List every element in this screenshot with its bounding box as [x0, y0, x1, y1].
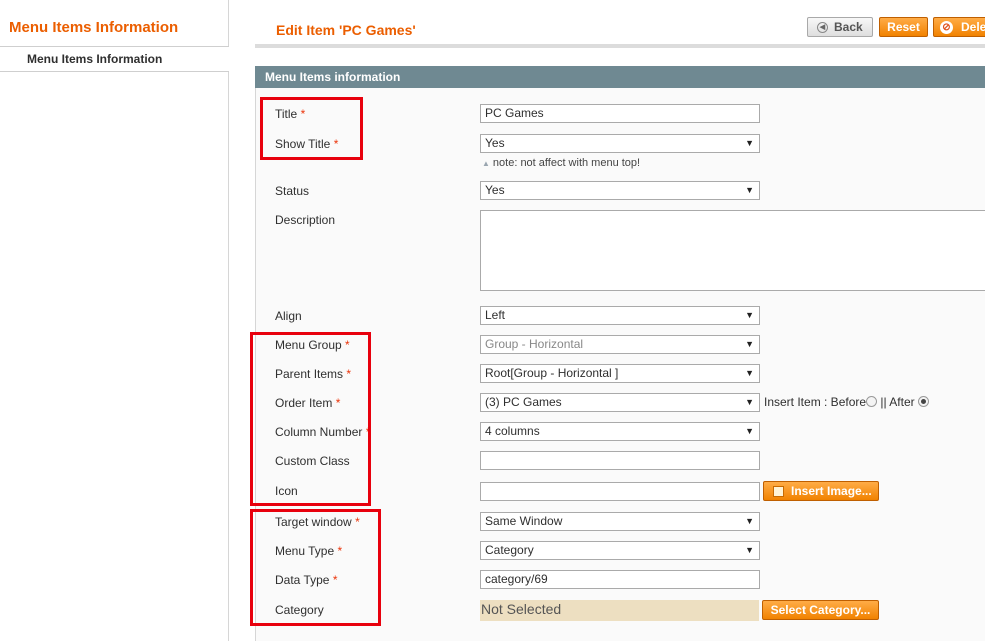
back-button-label: Back [834, 20, 863, 34]
custom-class-input[interactable] [480, 451, 760, 470]
description-textarea[interactable] [480, 210, 985, 291]
chevron-down-icon: ▼ [745, 545, 754, 555]
description-label: Description [275, 213, 336, 227]
insert-image-label: Insert Image... [791, 484, 872, 498]
category-value: Not Selected [480, 600, 759, 621]
delete-icon: ⊘ [940, 21, 953, 34]
sidebar-item-menu-items-information[interactable]: Menu Items Information [0, 47, 229, 72]
insert-item-label: Insert Item : Before [764, 395, 867, 409]
align-select[interactable]: Left ▼ [480, 306, 760, 325]
insert-after-label: || After [880, 395, 915, 409]
chevron-down-icon: ▼ [745, 138, 754, 148]
back-arrow-icon: ◀ [817, 22, 828, 33]
order-item-select[interactable]: (3) PC Games ▼ [480, 393, 760, 412]
align-label: Align [275, 309, 302, 323]
chevron-down-icon: ▼ [745, 339, 754, 349]
status-select[interactable]: Yes ▼ [480, 181, 760, 200]
chevron-down-icon: ▼ [745, 185, 754, 195]
sidebar: Menu Items Information Menu Items Inform… [0, 0, 229, 641]
insert-after-radio[interactable] [917, 396, 929, 407]
triangle-up-icon: ▲ [482, 159, 490, 168]
menu-group-select[interactable]: Group - Horizontal ▼ [480, 335, 760, 354]
sidebar-title: Menu Items Information [9, 19, 179, 36]
insert-item-options: Insert Item : Before || After [764, 395, 929, 409]
back-button[interactable]: ◀ Back [807, 17, 873, 37]
chevron-down-icon: ▼ [745, 368, 754, 378]
menu-type-select[interactable]: Category ▼ [480, 541, 760, 560]
chevron-down-icon: ▼ [745, 397, 754, 407]
delete-button-label: Dele [961, 20, 985, 34]
highlight-box-target-group [250, 509, 381, 626]
image-icon [773, 486, 784, 497]
insert-before-radio[interactable] [866, 396, 878, 407]
target-window-select[interactable]: Same Window ▼ [480, 512, 760, 531]
page-title: Edit Item 'PC Games' [276, 22, 416, 38]
chevron-down-icon: ▼ [745, 310, 754, 320]
reset-button[interactable]: Reset [879, 17, 928, 37]
chevron-down-icon: ▼ [745, 516, 754, 526]
parent-items-select[interactable]: Root[Group - Horizontal ] ▼ [480, 364, 760, 383]
show-title-select[interactable]: Yes ▼ [480, 134, 760, 153]
status-label: Status [275, 184, 310, 198]
column-number-select[interactable]: 4 columns ▼ [480, 422, 760, 441]
delete-button[interactable]: ⊘ Dele [933, 17, 985, 37]
title-input[interactable]: PC Games [480, 104, 760, 123]
select-category-button[interactable]: Select Category... [762, 600, 879, 620]
header-divider [255, 44, 985, 48]
highlight-box-title-group [260, 97, 363, 160]
chevron-down-icon: ▼ [745, 426, 754, 436]
insert-image-button[interactable]: Insert Image... [763, 481, 879, 501]
icon-input[interactable] [480, 482, 760, 501]
show-title-note: ▲ note: not affect with menu top! [482, 157, 641, 169]
highlight-box-menu-group [250, 332, 371, 506]
data-type-input[interactable]: category/69 [480, 570, 760, 589]
section-header: Menu Items information [255, 66, 985, 88]
